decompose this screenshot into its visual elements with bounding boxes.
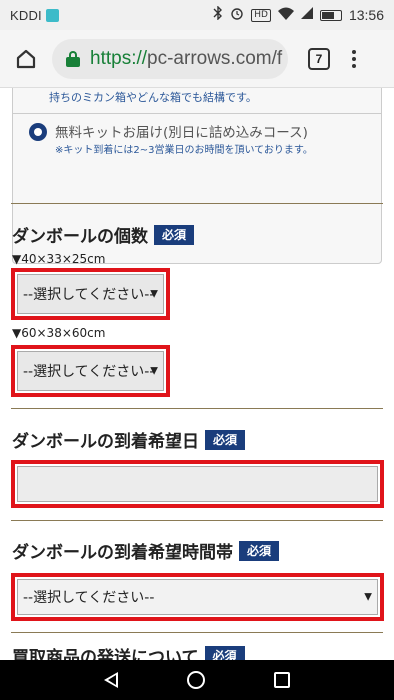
arrival-date-input[interactable] — [17, 466, 378, 502]
signal-icon — [300, 7, 313, 23]
box-count-title: ダンボールの個数 必須 — [12, 222, 195, 247]
url-bar[interactable]: https://pc-arrows.com/f — [52, 38, 288, 79]
section-divider — [11, 408, 383, 409]
hd-badge: HD — [251, 8, 271, 22]
url-text: https://pc-arrows.com/f — [90, 48, 282, 70]
size1-label: ▼40×33×25cm — [12, 252, 106, 266]
arrival-time-select-value: --選択してください-- — [23, 590, 155, 606]
home-circle-icon[interactable] — [186, 671, 205, 689]
recents-icon[interactable] — [273, 672, 290, 688]
dropdown-arrow-icon: ▼ — [364, 591, 372, 603]
tab-switcher-button[interactable]: 7 — [308, 47, 330, 70]
overflow-menu-icon[interactable] — [352, 49, 356, 68]
clock: 13:56 — [348, 7, 384, 23]
arrival-time-title: ダンボールの到着希望時間帯 必須 — [12, 538, 280, 563]
wifi-icon — [277, 7, 294, 24]
system-nav-bar — [0, 660, 394, 700]
url-protocol: https:// — [90, 47, 148, 69]
size1-select[interactable]: --選択してください-- ▼ — [17, 274, 164, 314]
sim-icon — [45, 8, 59, 22]
arrival-date-highlight — [11, 460, 384, 508]
size2-label: ▼60×38×60cm — [12, 326, 106, 340]
section-divider — [11, 632, 383, 633]
size2-select[interactable]: --選択してください-- ▼ — [17, 351, 164, 391]
status-icons: HD 13:56 — [213, 5, 384, 24]
arrival-date-title: ダンボールの到着希望日 必須 — [12, 427, 246, 452]
carrier-label: KDDI — [10, 7, 42, 23]
shipping-heading: 買取商品の発送について — [12, 648, 199, 660]
alarm-icon — [230, 6, 244, 24]
shipping-title: 買取商品の発送について 必須 — [12, 643, 245, 660]
dropdown-arrow-icon: ▼ — [150, 365, 158, 377]
divider — [13, 113, 381, 114]
arrival-time-highlight: --選択してください-- ▼ — [11, 573, 384, 621]
note-text: 持ちのミカン箱やどんな箱でも結構です。 — [49, 91, 257, 104]
browser-toolbar: https://pc-arrows.com/f 7 — [0, 30, 394, 88]
size2-select-value: --選択してください-- — [23, 364, 155, 380]
kit-option-label[interactable]: 無料キットお届け(別日に詰め込みコース) — [55, 121, 308, 141]
required-badge: 必須 — [239, 540, 280, 561]
arrival-date-heading: ダンボールの到着希望日 — [12, 432, 199, 452]
page-content: 持ちのミカン箱やどんな箱でも結構です。 無料キットお届け(別日に詰め込みコース)… — [0, 88, 394, 660]
required-badge: 必須 — [154, 224, 195, 245]
url-host: pc-arrows.com/f — [147, 47, 283, 69]
lock-icon — [66, 50, 80, 67]
section-divider — [11, 203, 383, 204]
size2-select-highlight: --選択してください-- ▼ — [11, 345, 170, 397]
arrival-time-heading: ダンボールの到着希望時間帯 — [12, 543, 233, 563]
status-bar: KDDI HD 13:56 — [0, 0, 394, 30]
required-badge: 必須 — [204, 645, 245, 660]
arrival-time-select[interactable]: --選択してください-- ▼ — [17, 579, 378, 615]
kit-radio[interactable] — [29, 123, 47, 141]
home-icon — [16, 49, 36, 68]
battery-icon — [319, 9, 342, 21]
dropdown-arrow-icon: ▼ — [150, 288, 158, 300]
size1-select-highlight: --選択してください-- ▼ — [11, 268, 170, 320]
section-divider — [11, 520, 383, 521]
home-button[interactable] — [0, 30, 52, 88]
required-badge: 必須 — [205, 429, 246, 450]
bluetooth-icon — [213, 5, 223, 24]
kit-note: ※キット到着には2~3営業日のお時間を頂いております。 — [55, 145, 313, 156]
size1-select-value: --選択してください-- — [23, 287, 155, 303]
back-icon[interactable] — [104, 672, 119, 688]
box-count-heading: ダンボールの個数 — [12, 227, 148, 247]
